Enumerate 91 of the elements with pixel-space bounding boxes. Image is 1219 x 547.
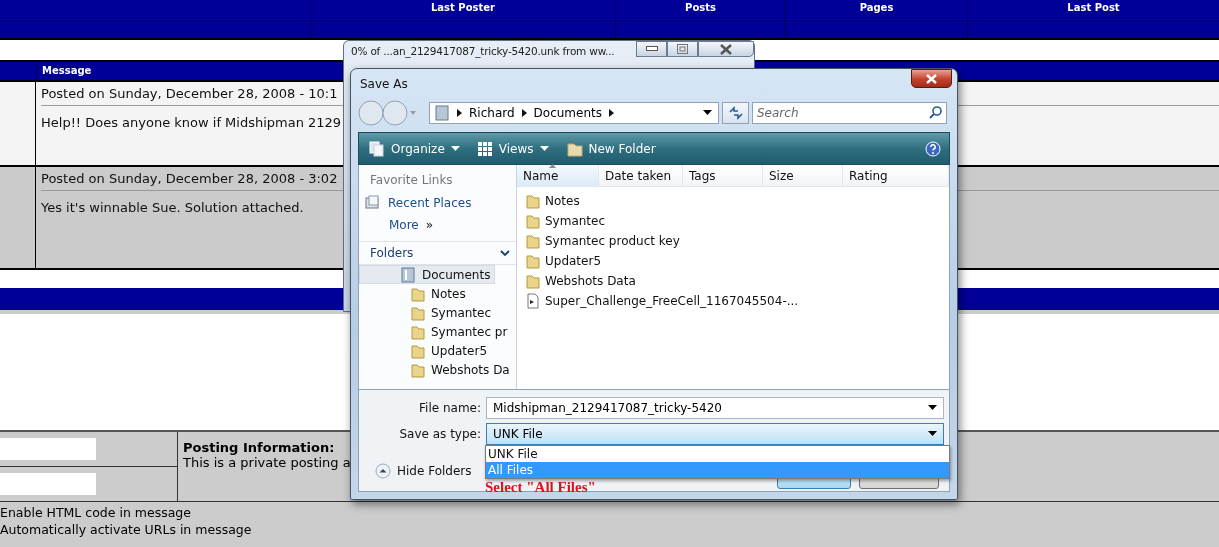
file-list-item[interactable]: Symantec bbox=[517, 211, 612, 231]
folder-icon bbox=[526, 273, 540, 289]
input-field[interactable] bbox=[0, 438, 96, 460]
folder-tree-item[interactable]: Documents bbox=[359, 265, 496, 284]
close-icon bbox=[926, 73, 937, 84]
file-icon bbox=[526, 293, 540, 309]
close-button[interactable] bbox=[698, 41, 754, 57]
folder-icon bbox=[526, 253, 540, 269]
close-icon bbox=[720, 43, 732, 55]
search-field[interactable]: Search bbox=[752, 102, 947, 124]
folder-tree-item[interactable]: Webshots Da bbox=[359, 360, 516, 379]
caret-icon bbox=[450, 145, 460, 152]
toolbar-button[interactable]: New Folder bbox=[564, 138, 665, 159]
section-title: Favorite Links bbox=[369, 172, 454, 189]
sort-arrow-icon bbox=[549, 164, 556, 168]
folder-icon bbox=[411, 323, 425, 340]
dropdown-option[interactable]: UNK File bbox=[486, 446, 949, 462]
minimize-button[interactable] bbox=[636, 41, 667, 57]
library-icon bbox=[400, 266, 416, 283]
section-title[interactable]: Folders bbox=[370, 246, 414, 260]
field-label: Save as type: bbox=[398, 426, 481, 441]
file-type-dropdown[interactable]: UNK File bbox=[486, 422, 944, 445]
info-text: This is a private posting a bbox=[183, 455, 351, 470]
folder-icon bbox=[411, 361, 425, 378]
close-button[interactable] bbox=[911, 69, 952, 88]
file-list-item[interactable]: Super_Challenge_FreeCell_1167045504-... bbox=[517, 291, 805, 311]
column-header[interactable]: Tags bbox=[683, 165, 763, 186]
breadcrumb-bar[interactable]: Richard Documents bbox=[429, 102, 719, 124]
field-label: File name: bbox=[418, 400, 481, 415]
help-icon[interactable] bbox=[925, 140, 941, 157]
column-header: Last Poster bbox=[310, 0, 615, 17]
caret-icon bbox=[928, 430, 937, 437]
option-label: Enable HTML code in message bbox=[0, 505, 191, 521]
folder-icon bbox=[411, 304, 425, 321]
hide-folders-button[interactable]: Hide Folders bbox=[369, 462, 478, 480]
folder-icon bbox=[526, 193, 540, 209]
window-title: 0% of ...an_2129417087_tricky-5420.unk from ww... bbox=[351, 45, 615, 57]
chevron-icon bbox=[457, 109, 462, 117]
column-header[interactable]: Date taken bbox=[599, 165, 683, 186]
folder-tree-item[interactable]: Updater5 bbox=[359, 341, 494, 360]
maximize-icon bbox=[677, 44, 688, 54]
file-list-item[interactable]: Notes bbox=[517, 191, 586, 211]
column-header: Last Post bbox=[967, 0, 1219, 17]
folder-tree-item[interactable]: Symantec pr bbox=[359, 322, 514, 341]
new-folder-icon bbox=[566, 140, 583, 157]
column-header[interactable]: Size bbox=[763, 165, 843, 186]
post-date: Posted on Sunday, December 28, 2008 - 10:1 bbox=[41, 86, 338, 103]
chevron-icon bbox=[609, 109, 614, 117]
grid-icon bbox=[477, 141, 493, 156]
info-title: Posting Information: bbox=[183, 440, 335, 455]
column-header: Posts bbox=[615, 0, 785, 17]
folder-icon bbox=[411, 285, 425, 302]
minimize-icon bbox=[645, 46, 658, 52]
library-icon bbox=[434, 105, 450, 121]
annotation-text: Select "All Files" bbox=[485, 479, 596, 496]
maximize-button[interactable] bbox=[667, 41, 698, 57]
pages-icon bbox=[369, 140, 385, 157]
favorite-link[interactable]: Recent Places bbox=[359, 191, 516, 215]
toolbar-button[interactable]: Views bbox=[475, 139, 551, 158]
column-header[interactable]: Rating bbox=[843, 165, 949, 186]
post-body: Help!! Does anyone know if Midshipman 2129 bbox=[41, 115, 342, 130]
more-chevron[interactable]: » bbox=[425, 218, 434, 232]
folder-tree-item[interactable]: Symantec bbox=[359, 303, 498, 322]
folder-icon bbox=[526, 233, 540, 249]
folder-tree-item[interactable]: Notes bbox=[359, 284, 472, 303]
collapse-icon bbox=[375, 463, 391, 479]
more-link[interactable]: More bbox=[389, 218, 419, 232]
folder-icon bbox=[411, 342, 425, 359]
file-list-item[interactable]: Webshots Data bbox=[517, 271, 642, 291]
recent-places-icon bbox=[365, 195, 381, 211]
refresh-button[interactable] bbox=[722, 102, 749, 124]
file-list-item[interactable]: Symantec product key bbox=[517, 231, 686, 251]
caret-icon bbox=[539, 145, 549, 152]
refresh-icon bbox=[727, 106, 744, 120]
search-icon bbox=[929, 106, 942, 119]
post-body: Yes it's winnable Sue. Solution attached. bbox=[41, 200, 304, 215]
chevron-icon bbox=[521, 109, 527, 117]
column-header[interactable]: Name bbox=[517, 165, 599, 186]
option-label: Automatically activate URLs in message bbox=[0, 522, 252, 538]
caret-icon bbox=[703, 110, 712, 116]
file-name-field[interactable]: Midshipman_2129417087_tricky-5420 bbox=[486, 396, 944, 419]
column-header: Pages bbox=[785, 0, 967, 17]
input-field[interactable] bbox=[0, 473, 96, 495]
post-date: Posted on Sunday, December 28, 2008 - 3:02 bbox=[41, 171, 338, 188]
chevron-down-icon[interactable] bbox=[500, 249, 510, 257]
caret-icon bbox=[928, 404, 937, 411]
breadcrumb-item[interactable]: Richard bbox=[469, 106, 515, 120]
file-list-item[interactable]: Updater5 bbox=[517, 251, 608, 271]
toolbar-button[interactable]: Organize bbox=[367, 138, 462, 159]
breadcrumb-item[interactable]: Documents bbox=[533, 106, 602, 120]
folder-icon bbox=[526, 213, 540, 229]
